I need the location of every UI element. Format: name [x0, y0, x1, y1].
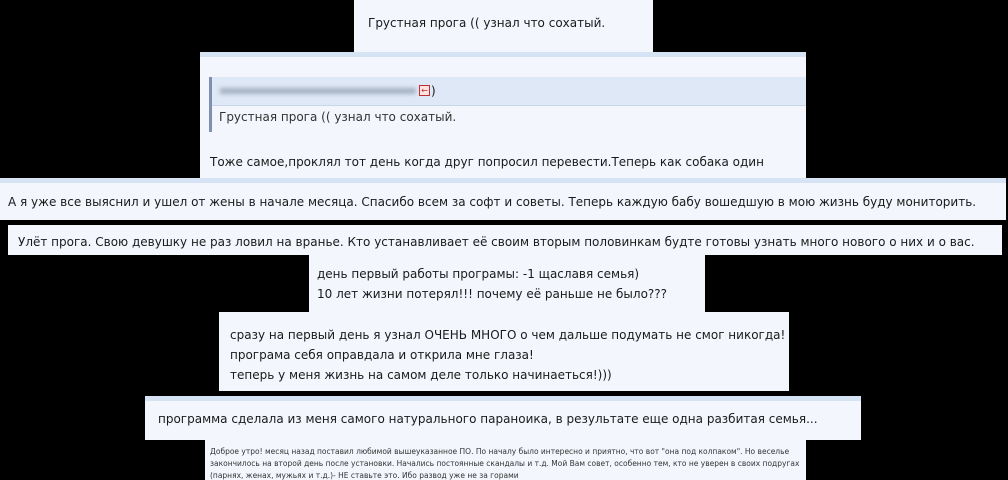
comment-line: сразу на первый день я узнал ОЧЕНЬ МНОГО…: [230, 328, 786, 342]
comment-post-1: Грустная прога (( узнал что сохатый.: [354, 0, 653, 52]
comment-post-3: А я уже все выяснил и ушел от жены в нач…: [0, 178, 1006, 220]
comment-text: Улёт прога. Свою девушку не раз ловил на…: [18, 235, 975, 249]
comment-text: Тоже самое,проклял тот день когда друг п…: [210, 155, 764, 169]
back-arrow-icon[interactable]: ←: [419, 85, 430, 96]
quote-header: ← ): [212, 77, 806, 106]
comment-post-7: программа сделала из меня самого натурал…: [145, 396, 861, 440]
comment-post-8: Доброе утро! месяц назад поставил любимо…: [205, 440, 806, 480]
comment-text: программа сделала из меня самого натурал…: [158, 412, 818, 426]
comment-post-5: день первый работы програмы: -1 щаславя …: [309, 255, 705, 312]
blurred-author-name: [220, 88, 416, 94]
quote-header-tail: ): [431, 84, 436, 98]
quote-block: ← ) Грустная прога (( узнал что сохатый.: [209, 77, 806, 132]
comment-text: Доброе утро! месяц назад поставил любимо…: [210, 447, 800, 480]
quote-text: Грустная прога (( узнал что сохатый.: [219, 110, 457, 124]
comment-post-2: ← ) Грустная прога (( узнал что сохатый.…: [200, 52, 806, 178]
comment-line: програма себя оправдала и открила мне гл…: [230, 348, 534, 362]
comment-line: день первый работы програмы: -1 щаславя …: [317, 267, 640, 281]
comment-post-4: Улёт прога. Свою девушку не раз ловил на…: [8, 225, 1002, 255]
comment-line: 10 лет жизни потерял!!! почему её раньше…: [317, 287, 668, 301]
comment-text: Грустная прога (( узнал что сохатый.: [368, 16, 606, 30]
comment-line: теперь у меня жизнь на самом деле только…: [230, 368, 612, 382]
comment-text: А я уже все выяснил и ушел от жены в нач…: [8, 195, 977, 209]
comment-post-6: сразу на первый день я узнал ОЧЕНЬ МНОГО…: [219, 312, 789, 391]
